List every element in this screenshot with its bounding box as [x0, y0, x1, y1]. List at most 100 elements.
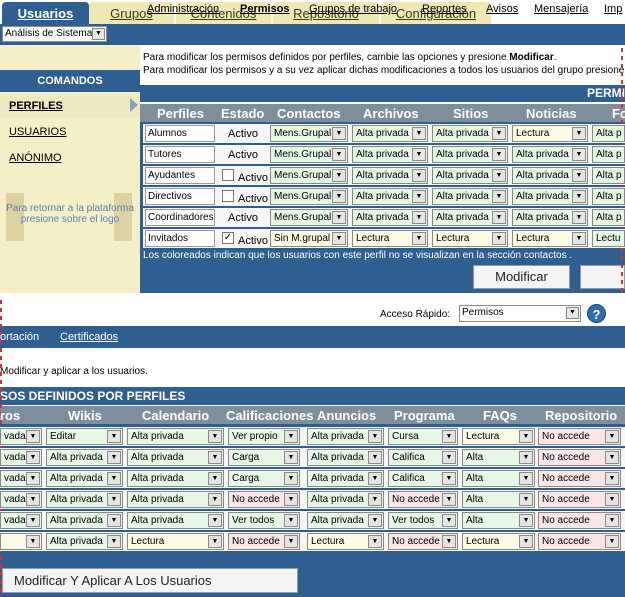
subnav-item-5[interactable]: Mensajería	[534, 3, 588, 15]
profile-name-field[interactable]: Directivos	[145, 188, 215, 205]
permission-select[interactable]: Alta privada ▼	[46, 491, 123, 508]
subnav-item-6[interactable]: Imp	[604, 3, 622, 15]
permission-select[interactable]: Ver propio ▼	[228, 428, 300, 445]
permission-select[interactable]: Sin M.grupal ▼	[270, 230, 348, 247]
permission-select[interactable]: Alta privada ▼	[307, 470, 384, 487]
lower-subnav-item-0[interactable]: ortación	[0, 331, 39, 343]
permission-select[interactable]: Alta privada ▼	[432, 209, 508, 226]
modificar-button[interactable]: Modificar	[473, 265, 570, 289]
permission-select[interactable]: Alta privada ▼	[512, 188, 588, 205]
sidebar-item-usuarios[interactable]: USUARIOS	[9, 126, 66, 138]
permission-select[interactable]: Alta privada ▼	[46, 470, 123, 487]
permission-select[interactable]: Alta ▼	[462, 512, 535, 529]
permission-select[interactable]: Alta privada ▼	[352, 209, 428, 226]
permission-select[interactable]: Alta privada ▼	[512, 167, 588, 184]
permission-select[interactable]: Alta privada ▼	[307, 512, 384, 529]
permission-select[interactable]: Alta privada ▼	[512, 146, 588, 163]
permission-select[interactable]: Ver todos ▼	[228, 512, 300, 529]
permission-select[interactable]: No accede ▼	[538, 470, 621, 487]
permission-select[interactable]: vada ▼	[0, 428, 42, 445]
permission-select[interactable]: No accede ▼	[228, 533, 300, 550]
permission-select[interactable]: No accede ▼	[228, 491, 300, 508]
permission-select[interactable]: No accede ▼	[538, 428, 621, 445]
permission-select[interactable]: Alta ▼	[462, 491, 535, 508]
permission-select[interactable]: No accede ▼	[538, 449, 621, 466]
permission-select[interactable]: Carga ▼	[228, 470, 300, 487]
sidebar-item-anonimo[interactable]: ANÓNIMO	[9, 152, 62, 164]
permission-select[interactable]: Alta privada ▼	[512, 209, 588, 226]
permission-select[interactable]: Lectura ▼	[462, 533, 535, 550]
permission-select[interactable]: No accede ▼	[538, 533, 621, 550]
permission-select[interactable]: Alta privada ▼	[127, 512, 224, 529]
profile-name-field[interactable]: Alumnos	[145, 125, 215, 142]
profile-name-field[interactable]: Ayudantes	[145, 167, 215, 184]
permission-select[interactable]: Editar ▼	[46, 428, 123, 445]
permission-select[interactable]: Lectura ▼	[307, 533, 384, 550]
permission-select[interactable]: Alta privada ▼	[432, 146, 508, 163]
permission-select[interactable]: Alta privada ▼	[46, 449, 123, 466]
permission-select[interactable]: Alta p	[592, 125, 625, 142]
permission-select[interactable]: No accede ▼	[388, 491, 458, 508]
active-checkbox[interactable]	[222, 190, 234, 202]
permission-select[interactable]: vada ▼	[0, 470, 42, 487]
active-checkbox[interactable]	[222, 169, 234, 181]
permission-select[interactable]: Alta p	[592, 188, 625, 205]
permission-select[interactable]: vada ▼	[0, 512, 42, 529]
permission-select[interactable]: Alta privada ▼	[352, 167, 428, 184]
permission-select[interactable]: Mens.Grupal ▼	[270, 146, 348, 163]
permission-select[interactable]: Mens.Grupal ▼	[270, 125, 348, 142]
permission-select[interactable]: Alta privada ▼	[432, 167, 508, 184]
permission-select[interactable]: Alta privada ▼	[46, 512, 123, 529]
permission-select[interactable]: Lectura ▼	[432, 230, 508, 247]
permission-select[interactable]: Alta ▼	[462, 470, 535, 487]
permission-select[interactable]: Lectu	[592, 230, 625, 247]
sidebar-item-perfiles[interactable]: PERFILES	[9, 100, 63, 112]
permission-select[interactable]: Lectura ▼	[512, 125, 588, 142]
system-select[interactable]: Análisis de Sistema ▼	[2, 26, 107, 42]
permission-select[interactable]: Alta privada ▼	[46, 533, 123, 550]
lower-subnav-item-1[interactable]: Certificados	[60, 331, 118, 343]
profile-name-field[interactable]: Tutores	[145, 146, 215, 163]
permission-select[interactable]: Lectura ▼	[512, 230, 588, 247]
profile-name-field[interactable]: Invitados	[145, 230, 215, 247]
subnav-item-2[interactable]: Grupos de trabajo	[309, 3, 397, 15]
permission-select[interactable]: Alta privada ▼	[352, 188, 428, 205]
permission-select[interactable]: Lectura ▼	[462, 428, 535, 445]
permission-select[interactable]: Alta p	[592, 167, 625, 184]
permission-select[interactable]: Alta privada ▼	[307, 449, 384, 466]
permission-select[interactable]: Alta privada ▼	[432, 125, 508, 142]
permission-select[interactable]: Alta p	[592, 209, 625, 226]
permission-select[interactable]: No accede ▼	[538, 491, 621, 508]
permission-select[interactable]: Alta privada ▼	[307, 491, 384, 508]
permission-select[interactable]: No accede ▼	[538, 512, 621, 529]
subnav-item-1[interactable]: Permisos	[240, 3, 290, 15]
permission-select[interactable]: Alta p	[592, 146, 625, 163]
permission-select[interactable]: Alta privada ▼	[352, 146, 428, 163]
profile-name-field[interactable]: Coordinadores	[145, 209, 215, 226]
active-checkbox[interactable]: ✓	[222, 232, 234, 244]
permission-select[interactable]: Califica ▼	[388, 449, 458, 466]
permission-select[interactable]: Lectura ▼	[352, 230, 428, 247]
permission-select[interactable]: Alta ▼	[462, 449, 535, 466]
permission-select[interactable]: Ver todos ▼	[388, 512, 458, 529]
permission-select[interactable]: Mens.Grupal ▼	[270, 188, 348, 205]
permission-select[interactable]: Alta privada ▼	[432, 188, 508, 205]
permission-select[interactable]: Alta privada ▼	[352, 125, 428, 142]
acceso-rapido-select[interactable]: Permisos ▼	[459, 305, 581, 322]
permission-select[interactable]: Alta privada ▼	[307, 428, 384, 445]
permission-select[interactable]: Lectura ▼	[127, 533, 224, 550]
modificar-aplicar-button[interactable]: Modificar Y Aplicar A Los Usuarios	[2, 568, 298, 593]
help-icon[interactable]: ?	[587, 304, 606, 323]
subnav-item-4[interactable]: Avisos	[486, 3, 518, 15]
permission-select[interactable]: Alta privada ▼	[127, 491, 224, 508]
permission-select[interactable]: No accede ▼	[388, 533, 458, 550]
permission-select[interactable]: Alta privada ▼	[127, 449, 224, 466]
permission-select[interactable]: Mens.Grupal ▼	[270, 167, 348, 184]
subnav-item-3[interactable]: Reportes	[422, 3, 467, 15]
permission-select[interactable]: ▼	[0, 533, 42, 550]
permission-select[interactable]: Cursa ▼	[388, 428, 458, 445]
modificar-aplicar-button-partial[interactable]	[580, 265, 625, 289]
permission-select[interactable]: vada ▼	[0, 491, 42, 508]
permission-select[interactable]: Alta privada ▼	[127, 428, 224, 445]
permission-select[interactable]: Califica ▼	[388, 470, 458, 487]
